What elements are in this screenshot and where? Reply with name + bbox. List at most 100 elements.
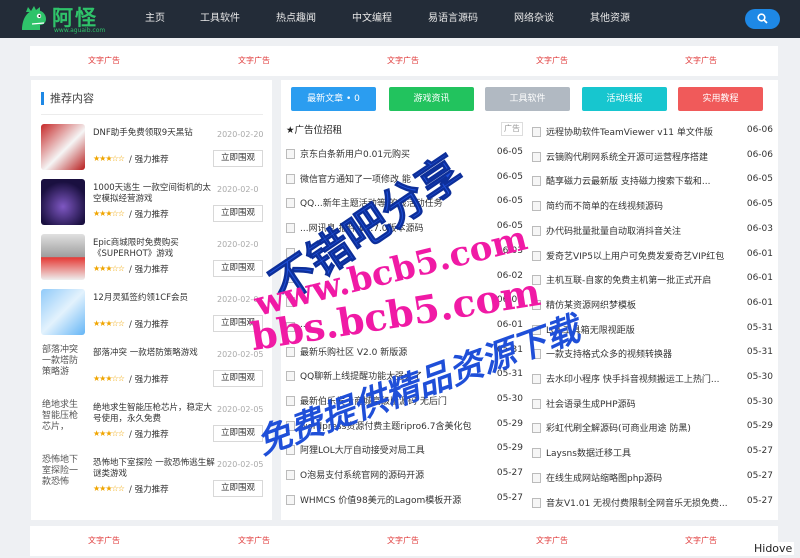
nav-network-talk[interactable]: 网络杂谈 (496, 0, 572, 38)
article-title[interactable]: wordpress资源付费主题ripro6.7含美化包 (300, 419, 490, 432)
article-title[interactable]: LOL工具箱无限视距版 (546, 323, 741, 336)
article-title[interactable]: 主机互联-自家的免费主机第一批正式开启 (546, 273, 741, 286)
nav-yi-source[interactable]: 易语言源码 (410, 0, 496, 38)
recommend-item[interactable]: 部落冲突一款塔防策略游 部落冲突 一款塔防策略游戏 2020-02-05 ★★★… (41, 344, 267, 394)
ad-slot-heading[interactable]: ★广告位招租 (286, 122, 342, 136)
article-title[interactable]: ... (300, 320, 490, 330)
article-row[interactable]: 音友V1.01 无视付费限制全网音乐无损免费... 05-27 (532, 491, 773, 515)
tab-latest[interactable]: 最新文章 • 0 (291, 87, 376, 111)
item-title[interactable]: 12月灵狐签约领1CF会员 (93, 293, 215, 304)
article-row[interactable]: 云镝购代刷网系统全开源可运营程序搭建 06-06 (532, 145, 773, 169)
view-button[interactable]: 立即围观 (213, 150, 263, 167)
article-title[interactable]: 京东白条新用户0.01元购买 (300, 147, 490, 160)
article-title[interactable]: 彩虹代刷全解源码(可商业用途 防黑) (546, 421, 741, 434)
article-title[interactable]: 酷享磁力云最新版 支持磁力搜索下载和... (546, 174, 741, 187)
nav-chinese-programming[interactable]: 中文编程 (334, 0, 410, 38)
text-ad[interactable]: 文字广告 (387, 535, 419, 546)
article-title[interactable]: 社会语录生成PHP源码 (546, 397, 741, 410)
article-row[interactable]: O泡易支付系统官网的源码开源 05-27 (286, 463, 523, 487)
article-title[interactable]: WHMCS 价值98美元的Lagom模板开源 (300, 493, 490, 506)
article-title[interactable]: 去水印小程序 快手抖音视频搬运工上热门... (546, 372, 741, 385)
article-title[interactable]: 简约而不简单的在线视频源码 (546, 199, 741, 212)
article-title[interactable]: 远程协助软件TeamViewer v11 单文件版 (546, 125, 741, 138)
article-row[interactable]: QQ聊新上线提醒功能太强大了 05-31 (286, 364, 523, 388)
nav-other-resources[interactable]: 其他资源 (572, 0, 648, 38)
item-title[interactable]: Epic商城限时免费购买《SUPERHOT》游戏 (93, 238, 215, 260)
article-title[interactable]: 爱奇艺VIP5以上用户可免费发爱奇艺VIP红包 (546, 249, 741, 262)
article-row[interactable]: LOL工具箱无限视距版 05-31 (532, 318, 773, 342)
article-row[interactable]: 京东白条新用户0.01元购买 06-05 (286, 142, 523, 166)
view-button[interactable]: 立即围观 (213, 425, 263, 442)
search-button[interactable] (745, 9, 780, 29)
view-button[interactable]: 立即围观 (213, 370, 263, 387)
text-ad[interactable]: 文字广告 (88, 55, 120, 66)
tab-activities[interactable]: 活动线报 (582, 87, 667, 111)
tab-game-news[interactable]: 游戏资讯 (389, 87, 474, 111)
nav-home[interactable]: 主页 (128, 0, 182, 38)
article-title[interactable]: 云镝购代刷网系统全开源可运营程序搭建 (546, 150, 741, 163)
article-row[interactable]: WHMCS 价值98美元的Lagom模板开源 05-27 (286, 488, 523, 512)
article-row[interactable]: wordpress资源付费主题ripro6.7含美化包 05-29 (286, 414, 523, 438)
article-row[interactable]: 去水印小程序 快手抖音视频搬运工上热门... 05-30 (532, 367, 773, 391)
article-title[interactable]: 在线生成网站缩略图php源码 (546, 471, 741, 484)
nav-tools[interactable]: 工具软件 (182, 0, 258, 38)
text-ad[interactable]: 文字广告 (536, 55, 568, 66)
view-button[interactable]: 立即围观 (213, 260, 263, 277)
text-ad[interactable]: 文字广告 (238, 535, 270, 546)
article-title[interactable]: 微信官方通知了一项修改 能 (300, 172, 490, 185)
article-row[interactable]: 简约而不简单的在线视频源码 06-05 (532, 194, 773, 218)
article-row[interactable]: 爱奇艺VIP5以上用户可免费发爱奇艺VIP红包 06-01 (532, 244, 773, 268)
view-button[interactable]: 立即围观 (213, 205, 263, 222)
article-title[interactable]: 办代码批量批量自动取消抖音关注 (546, 224, 741, 237)
article-row[interactable]: ...网讯息 插件 v0.7.0版本源码 06-05 (286, 216, 523, 240)
article-row[interactable]: 精仿某资源网织梦模板 06-01 (532, 293, 773, 317)
recommend-item[interactable]: 恐怖地下室探险一款恐怖 恐怖地下室探险 一款恐怖逃生解谜类游戏 2020-02-… (41, 454, 267, 504)
item-title[interactable]: 部落冲突 一款塔防策略游戏 (93, 348, 215, 359)
article-row[interactable]: 最新乐购社区 V2.0 新版源 05-31 (286, 340, 523, 364)
article-row[interactable]: 酷享磁力云最新版 支持磁力搜索下载和... 06-05 (532, 169, 773, 193)
article-row[interactable]: 一款支持格式众多的视频转换器 05-31 (532, 342, 773, 366)
text-ad[interactable]: 文字广告 (238, 55, 270, 66)
article-row[interactable]: 远程协助软件TeamViewer v11 单文件版 06-06 (532, 120, 773, 144)
article-row[interactable]: QQ...新年主题活动等 的线活动任务 06-05 (286, 191, 523, 215)
recommend-item[interactable]: DNF助手免费领取9天黑钻 2020-02-20 ★★★☆☆ / 强力推荐 立即… (41, 124, 267, 174)
article-title[interactable]: 最新伯乐发卡商城高级版源码 无后门 (300, 394, 490, 407)
view-button[interactable]: 立即围观 (213, 315, 263, 332)
article-row[interactable]: 微信官方通知了一项修改 能 06-05 (286, 167, 523, 191)
text-ad[interactable]: 文字广告 (685, 535, 717, 546)
view-button[interactable]: 立即围观 (213, 480, 263, 497)
text-ad[interactable]: 文字广告 (536, 535, 568, 546)
recommend-item[interactable]: 12月灵狐签约领1CF会员 2020-02-0 ★★★☆☆ / 强力推荐 立即围… (41, 289, 267, 339)
article-row[interactable]: Laysns数据迁移工具 05-27 (532, 441, 773, 465)
article-title[interactable]: 最新乐购社区 V2.0 新版源 (300, 345, 490, 358)
article-row[interactable]: 社会语录生成PHP源码 05-30 (532, 392, 773, 416)
site-logo[interactable]: 阿怪 www.aguaib.com (18, 2, 113, 36)
tab-tutorials[interactable]: 实用教程 (678, 87, 763, 111)
text-ad[interactable]: 文字广告 (88, 535, 120, 546)
article-title[interactable]: 阿狸LOL大厅自动接受对局工具 (300, 443, 490, 456)
text-ad[interactable]: 文字广告 (387, 55, 419, 66)
article-title[interactable]: ...网讯息 插件 v0.7.0版本源码 (300, 221, 490, 234)
text-ad[interactable]: 文字广告 (685, 55, 717, 66)
article-title[interactable]: QQ聊新上线提醒功能太强大了 (300, 369, 490, 382)
recommend-item[interactable]: Epic商城限时免费购买《SUPERHOT》游戏 2020-02-0 ★★★☆☆… (41, 234, 267, 284)
article-row[interactable]: 阿狸LOL大厅自动接受对局工具 05-29 (286, 438, 523, 462)
article-row[interactable]: 最新伯乐发卡商城高级版源码 无后门 05-30 (286, 389, 523, 413)
article-row[interactable]: 办代码批量批量自动取消抖音关注 06-03 (532, 219, 773, 243)
item-title[interactable]: DNF助手免费领取9天黑钻 (93, 128, 215, 139)
article-title[interactable]: QQ...新年主题活动等 的线活动任务 (300, 196, 490, 209)
article-row[interactable]: 06-01 (286, 290, 523, 314)
article-row[interactable]: 在线生成网站缩略图php源码 05-27 (532, 466, 773, 490)
article-row[interactable]: 06-02 (286, 266, 523, 290)
tab-tools[interactable]: 工具软件 (485, 87, 570, 111)
article-title[interactable]: 一款支持格式众多的视频转换器 (546, 347, 741, 360)
article-row[interactable]: 彩虹代刷全解源码(可商业用途 防黑) 05-29 (532, 416, 773, 440)
item-title[interactable]: 恐怖地下室探险 一款恐怖逃生解谜类游戏 (93, 458, 215, 480)
nav-hot-news[interactable]: 热点趣闻 (258, 0, 334, 38)
article-title[interactable]: 音友V1.01 无视付费限制全网音乐无损免费... (546, 496, 741, 509)
article-title[interactable]: Laysns数据迁移工具 (546, 446, 741, 459)
article-row[interactable]: 主机互联-自家的免费主机第一批正式开启 06-01 (532, 268, 773, 292)
article-row[interactable]: ... 06-01 (286, 315, 523, 339)
recommend-item[interactable]: 1000天逃生 一款空间街机的太空模拟经营游戏 2020-02-0 ★★★☆☆ … (41, 179, 267, 229)
article-row[interactable]: 06-03 (286, 241, 523, 265)
